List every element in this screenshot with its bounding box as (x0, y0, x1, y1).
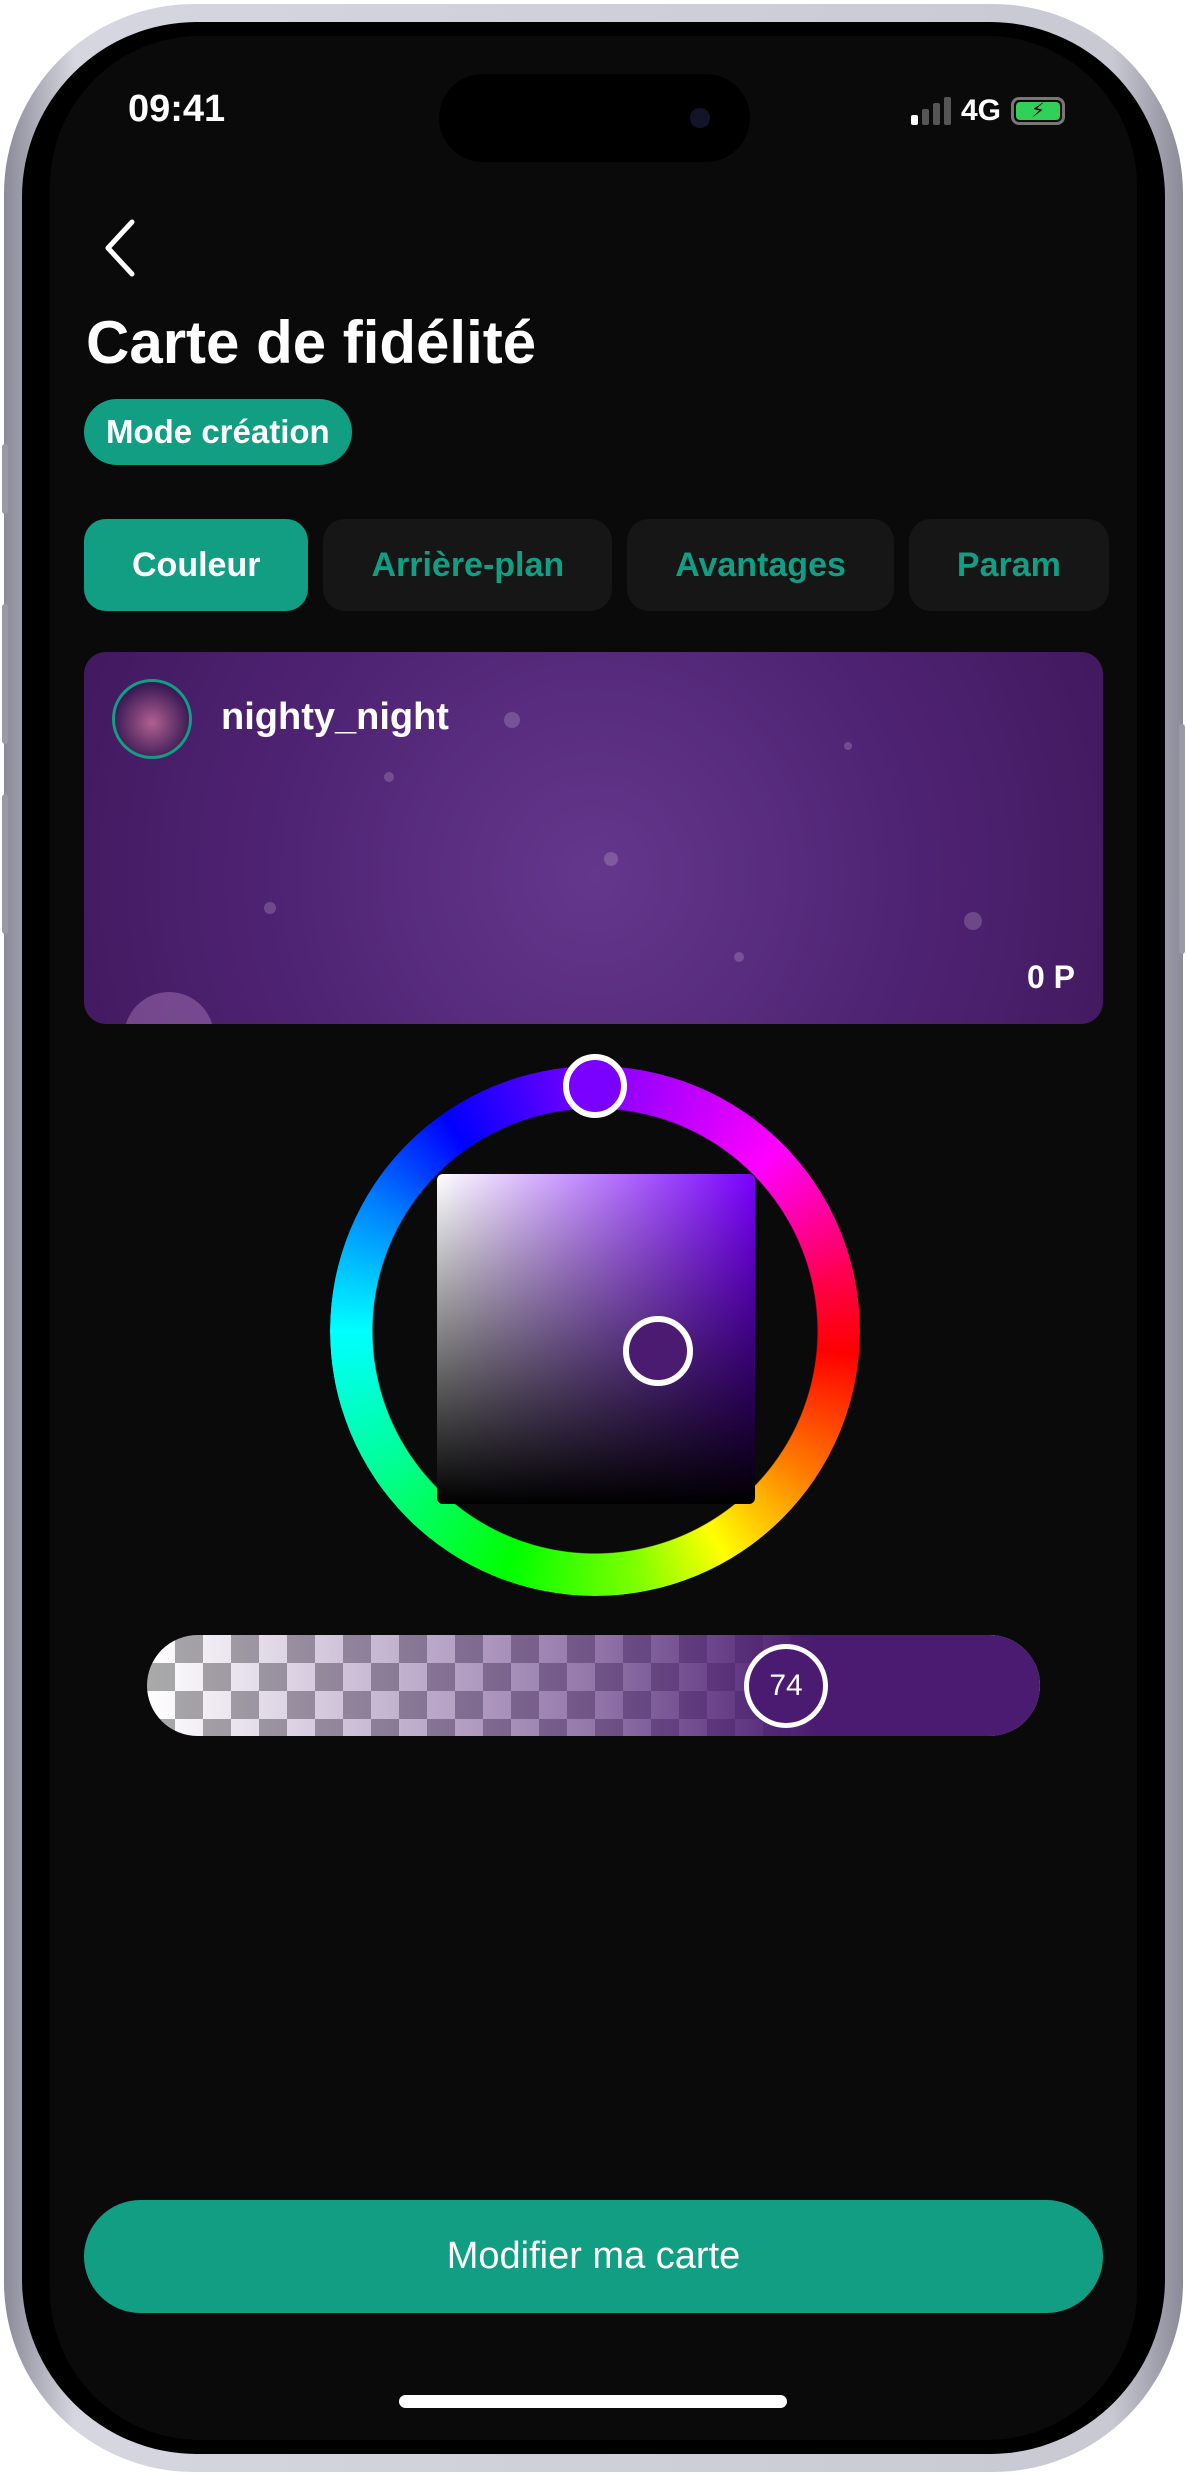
loyalty-card-preview: nighty_night 0 P (84, 652, 1103, 1024)
tab-avantages[interactable]: Avantages (627, 519, 894, 611)
hue-thumb[interactable] (563, 1054, 627, 1118)
dynamic-island (439, 74, 750, 162)
submit-button[interactable]: Modifier ma carte (84, 2200, 1103, 2313)
battery-charging-icon: ⚡ (1011, 97, 1065, 125)
volume-down-button (2, 794, 8, 934)
mute-switch (2, 444, 8, 514)
card-username: nighty_night (221, 696, 449, 738)
signal-icon (910, 97, 951, 125)
mode-badge: Mode création (84, 399, 352, 465)
status-time: 09:41 (128, 88, 226, 130)
tab-couleur[interactable]: Couleur (84, 519, 309, 611)
card-points: 0 P (1026, 959, 1075, 995)
home-indicator[interactable] (399, 2395, 787, 2408)
tab-arriere-plan[interactable]: Arrière-plan (323, 519, 613, 611)
opacity-thumb[interactable]: 74 (744, 1644, 828, 1728)
screen: 09:41 4G ⚡ Carte de fidélité Mode créati… (50, 36, 1137, 2440)
tab-bar: Couleur Arrière-plan Avantages Param (84, 519, 1109, 611)
volume-up-button (2, 604, 8, 744)
avatar (112, 679, 192, 759)
network-label: 4G (960, 94, 1001, 127)
chevron-left-icon[interactable] (100, 218, 140, 278)
power-button (1179, 724, 1185, 954)
status-indicators: 4G ⚡ (910, 94, 1065, 128)
color-thumb[interactable] (623, 1316, 693, 1386)
camera-icon (690, 108, 710, 128)
tab-parametres[interactable]: Param (908, 519, 1109, 611)
page-title: Carte de fidélité (86, 309, 537, 376)
saturation-value-square[interactable] (437, 1174, 755, 1504)
opacity-slider[interactable] (147, 1635, 1040, 1736)
